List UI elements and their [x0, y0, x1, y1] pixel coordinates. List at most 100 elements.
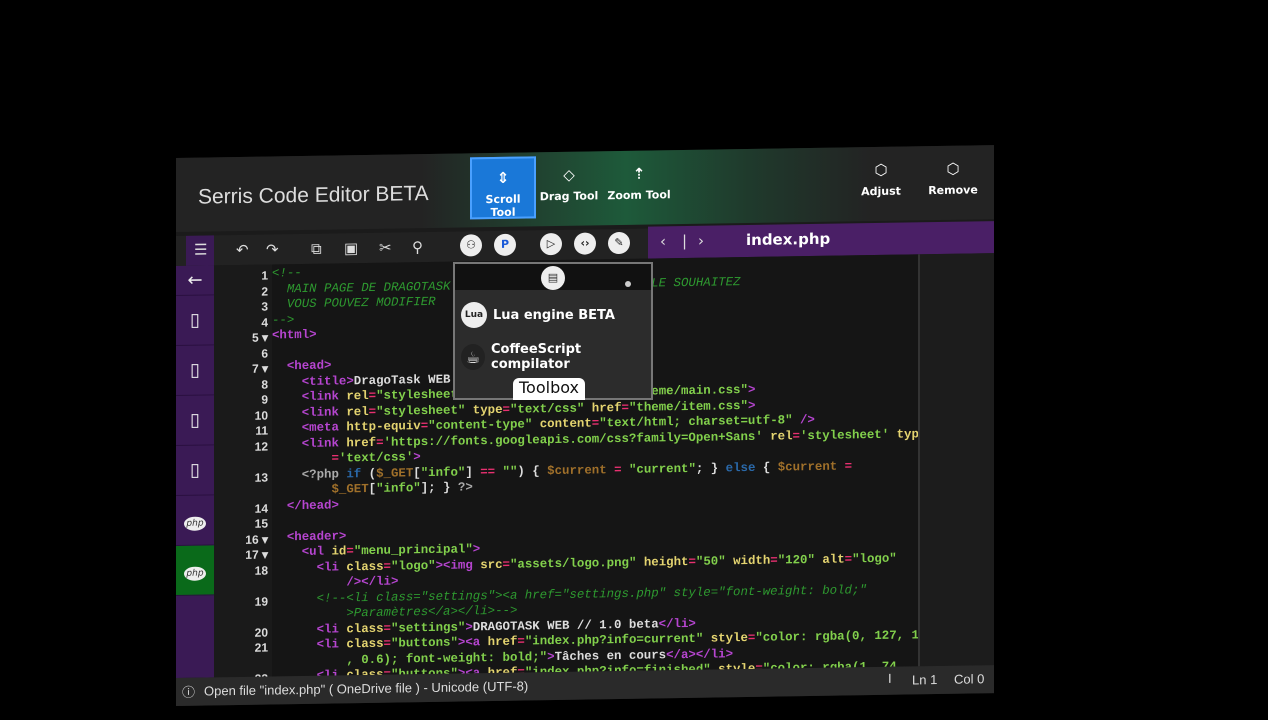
code-token: <title>: [272, 373, 354, 389]
code-token: "menu_principal": [353, 542, 473, 559]
paypal-icon[interactable]: P: [494, 233, 516, 257]
code-token: 'text/css': [338, 450, 414, 466]
code-token: <head>: [272, 358, 332, 374]
sidebar-tablet-1[interactable]: ▯: [176, 295, 214, 346]
code-token: type: [896, 426, 918, 442]
back-button[interactable]: ←: [176, 265, 214, 296]
line-number: 1: [261, 268, 268, 283]
sidebar-tablet-2[interactable]: ▯: [176, 345, 214, 396]
drag-handle-dot[interactable]: [625, 281, 631, 287]
code-token: height: [643, 554, 689, 570]
code-token: "buttons": [390, 635, 458, 651]
code-token: =: [368, 388, 377, 403]
adjust-button[interactable]: ⬡ Adjust: [848, 150, 914, 213]
code-token: <ul: [272, 544, 332, 560]
code-token: [: [413, 465, 421, 480]
toolbox-item-lua[interactable]: Lua Lua engine BETA: [461, 300, 615, 330]
code-token: $_GET: [376, 465, 414, 481]
lua-icon: Lua: [461, 302, 487, 328]
code-token: "stylesheet": [376, 402, 473, 419]
sidebar-php-file-1[interactable]: php: [176, 495, 214, 546]
adjust-label: Adjust: [861, 184, 901, 199]
adjust-cube-icon: ⬡: [874, 160, 888, 180]
code-token: >: [413, 450, 421, 465]
line-number: 10: [254, 408, 268, 423]
zoom-tool-label: Zoom Tool: [607, 188, 671, 203]
code-token: ]: [465, 464, 481, 479]
search-icon[interactable]: ⚲: [412, 238, 423, 256]
code-token: "text/css": [509, 400, 592, 417]
code-token: "index.php?info=current": [524, 631, 711, 649]
paste-icon[interactable]: ▣: [344, 239, 358, 257]
coffeescript-label: CoffeeScript compilator: [491, 342, 582, 372]
line-number: 13: [254, 470, 268, 485]
code-icon[interactable]: ‹›: [574, 232, 596, 255]
code-token: <li: [272, 637, 347, 653]
line-number: 14: [254, 501, 268, 516]
code-token: $current: [547, 462, 615, 478]
code-token: $current: [777, 458, 845, 475]
info-icon: ⓘ: [182, 684, 196, 700]
code-token: =: [621, 400, 629, 415]
redo-icon[interactable]: ↷: [266, 240, 279, 258]
line-number: 2: [261, 284, 268, 299]
code-token: <!--: [272, 266, 302, 281]
code-token: =: [502, 557, 510, 572]
tab-index-php[interactable]: index.php: [746, 230, 830, 249]
code-token: "50": [695, 553, 734, 569]
code-token: ==: [480, 464, 496, 479]
code-token: "assets/logo.png": [509, 555, 644, 572]
line-number: 16 ▾: [245, 532, 268, 547]
code-token: =: [376, 435, 384, 450]
code-token: src: [480, 557, 503, 572]
code-token: ) {: [517, 463, 548, 479]
scroll-tool-button[interactable]: ⇕ Scroll Tool: [470, 156, 536, 220]
code-token: "current": [621, 461, 696, 477]
sidebar-tablet-3[interactable]: ▯: [176, 395, 214, 446]
next-tab-icon[interactable]: ›: [698, 232, 704, 250]
menu-list-icon[interactable]: ☰: [186, 235, 214, 266]
code-token: "color: rgba(0, 127, 14: [755, 628, 918, 645]
zoom-icon: ⇡: [632, 164, 646, 183]
code-token: </a></li>: [666, 646, 734, 662]
edit-icon[interactable]: ✎: [608, 231, 630, 255]
code-token: "logo": [390, 558, 436, 574]
sidebar: ← ▯ ▯ ▯ ▯ php php: [176, 265, 214, 678]
minimap[interactable]: [918, 253, 994, 667]
code-token: "settings": [390, 619, 466, 636]
code-token: </li>: [658, 616, 696, 631]
code-token: width: [733, 553, 771, 568]
drag-tool-button[interactable]: ◇ Drag Tool: [536, 155, 602, 218]
code-token: =: [383, 621, 391, 636]
copy-icon[interactable]: ⧉: [311, 240, 322, 258]
remove-button[interactable]: ⬡ Remove: [920, 149, 986, 212]
text-cursor-icon: I: [888, 670, 892, 686]
code-token: =: [383, 636, 391, 651]
tablet-icon: ▯: [190, 409, 200, 431]
sidebar-tablet-4[interactable]: ▯: [176, 445, 214, 496]
code-token: <meta: [272, 420, 347, 436]
undo-icon[interactable]: ↶: [236, 241, 249, 259]
toolbox-item-coffeescript[interactable]: ☕ CoffeeScript compilator: [461, 342, 651, 372]
popup-header: ▤: [455, 264, 651, 290]
code-token: =: [346, 544, 354, 559]
code-token: =: [688, 554, 696, 569]
run-icon[interactable]: ▷: [540, 232, 562, 256]
code-token: style: [710, 631, 748, 646]
code-token: href: [487, 634, 518, 650]
code-token: =: [272, 451, 339, 467]
sidebar-php-file-2[interactable]: php: [176, 545, 214, 596]
cut-icon[interactable]: ✂: [379, 239, 392, 257]
share-icon[interactable]: ⚇: [460, 234, 482, 257]
code-token: content: [539, 416, 592, 432]
code-token: rel: [770, 428, 793, 444]
code-token: href: [346, 435, 377, 450]
code-token: "theme/item.css": [628, 398, 748, 415]
code-token: >: [747, 398, 756, 413]
coffee-cup-icon: ☕: [461, 344, 485, 370]
code-token: ><img: [435, 557, 481, 573]
zoom-tool-button[interactable]: ⇡ Zoom Tool: [606, 154, 672, 217]
code-token: "text/html; charset=utf-8": [599, 413, 800, 431]
previous-tab-icon[interactable]: ‹: [660, 232, 666, 250]
code-token: (: [368, 466, 377, 481]
